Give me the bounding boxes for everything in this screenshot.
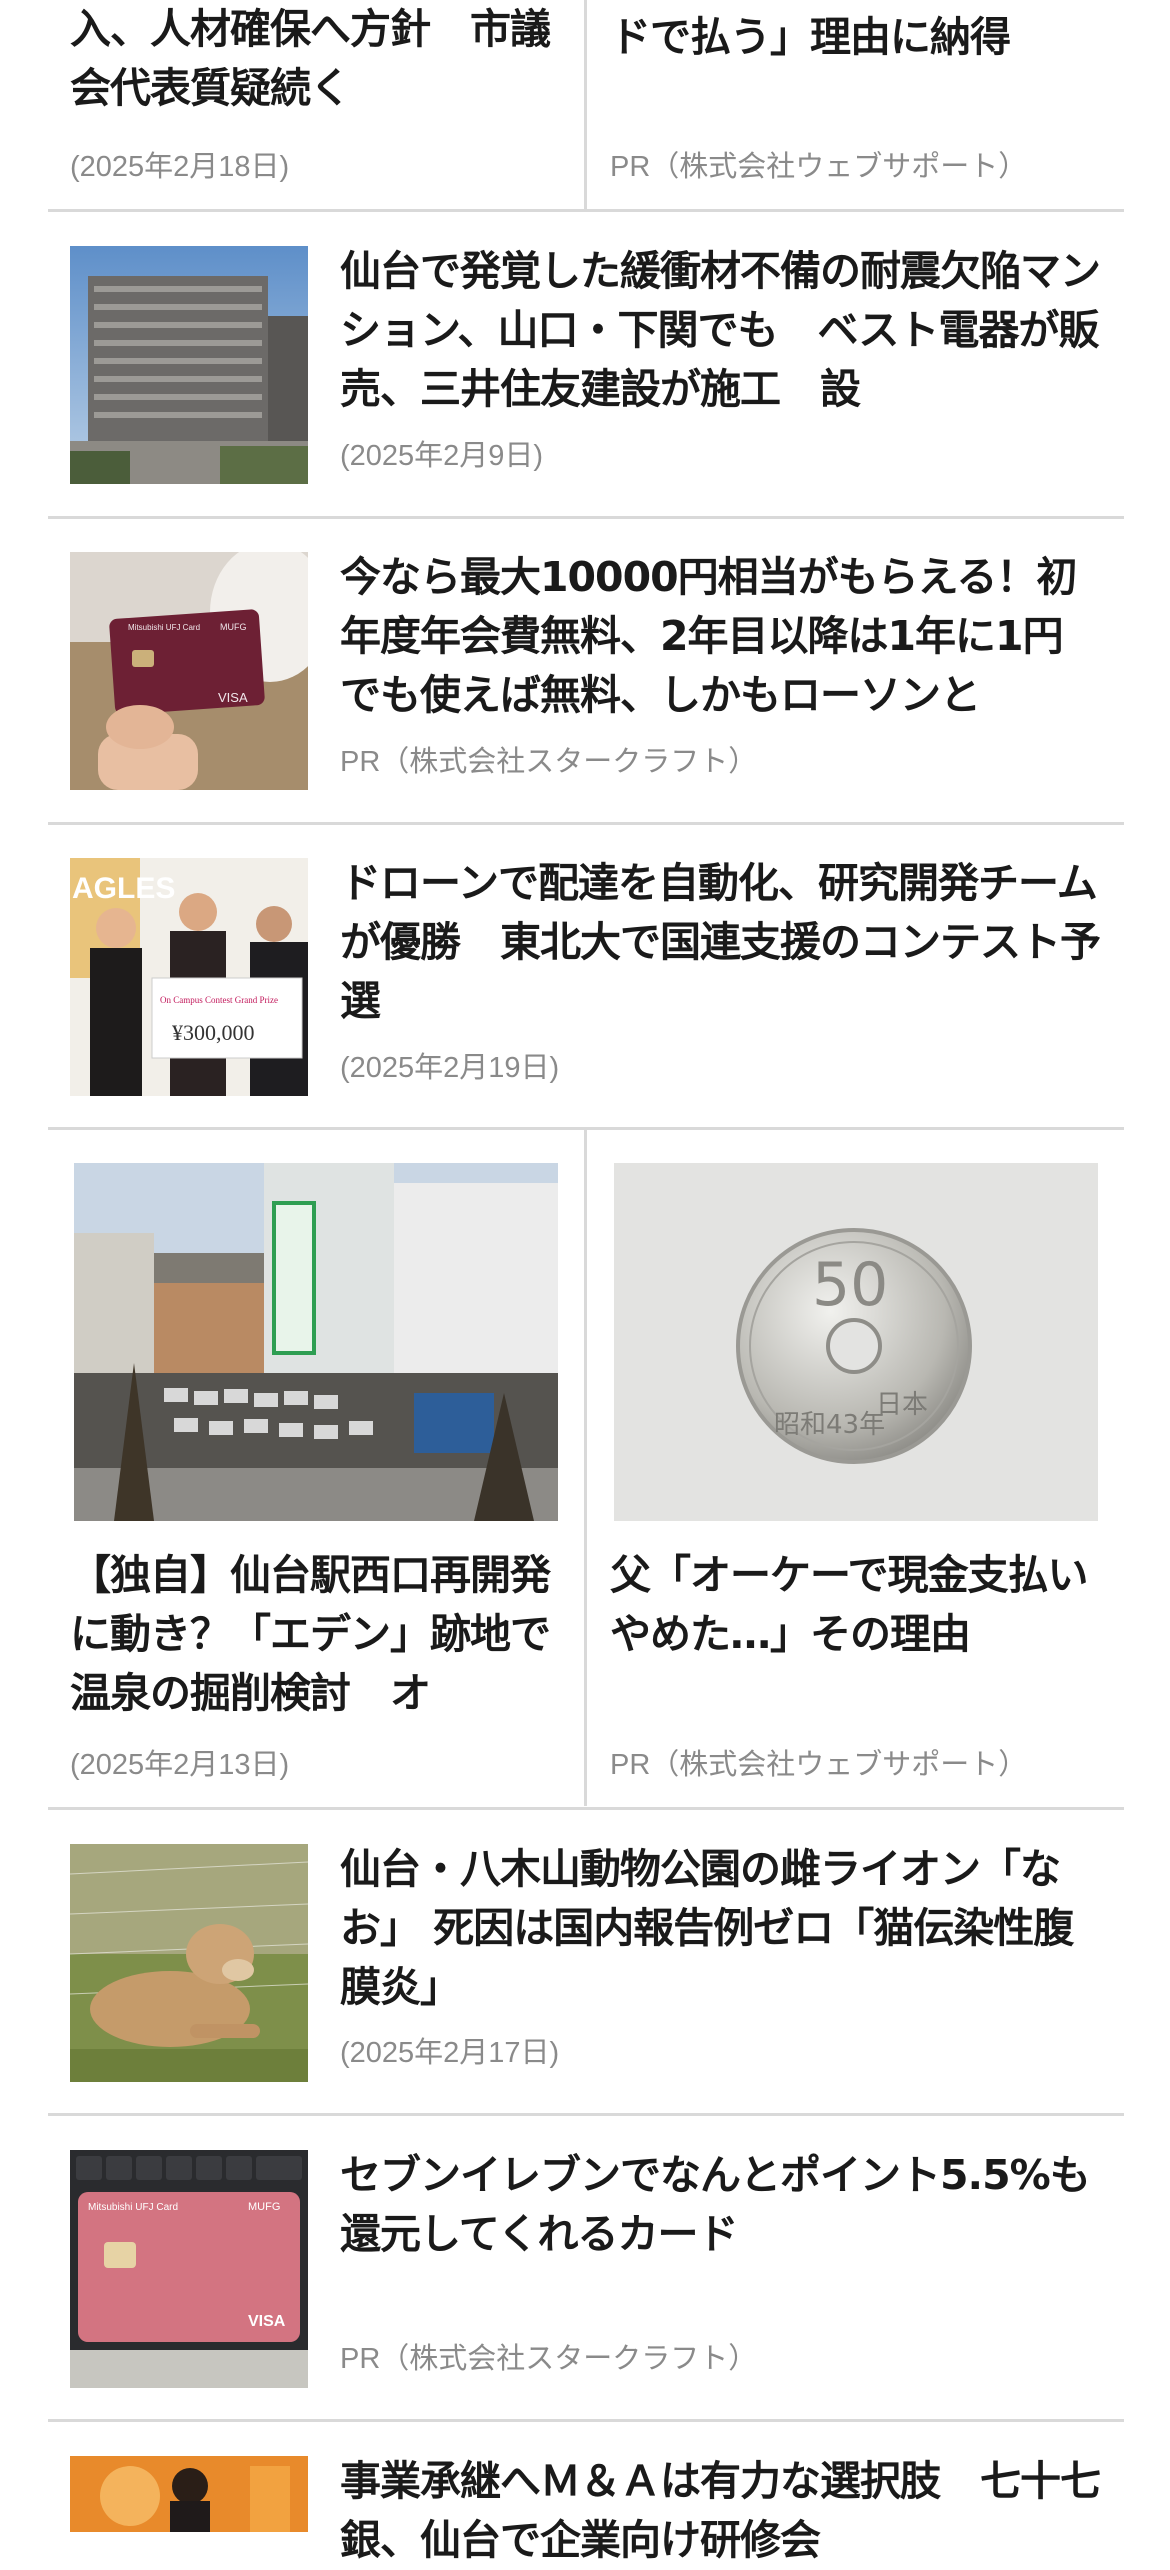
divider (48, 516, 1124, 519)
story-title: セブンイレブンでなんとポイント5.5%も還元してくれるカード (340, 2151, 1091, 2258)
coin-value: 50 (812, 1250, 888, 1320)
story-date: (2025年2月19日) (340, 1052, 560, 1084)
story-thumbnail: VISA Mitsubishi UFJ Card MUFG (70, 552, 308, 790)
story-title: ドローンで配達を自動化、研究開発チームが優勝 東北大で国連支援のコンテスト予選 (340, 859, 1100, 1025)
check-amount: ¥300,000 (172, 1020, 255, 1045)
divider (48, 2419, 1124, 2422)
column-divider (584, 0, 587, 210)
check-title: On Campus Contest Grand Prize (160, 995, 278, 1005)
card-brand-label: Mitsubishi UFJ Card (88, 2202, 178, 2213)
story-thumbnail (70, 2456, 308, 2532)
story-date: (2025年2月13日) (70, 1749, 290, 1781)
column-divider (584, 1130, 587, 1806)
sponsor-label: PR（株式会社ウェブサポート） (610, 1749, 1028, 1781)
story-title: 父「オーケーで現金支払いやめた…」その理由 (610, 1551, 1089, 1658)
story-thumbnail (74, 1163, 558, 1521)
divider (48, 209, 1124, 212)
card-brand-label: Mitsubishi UFJ Card (128, 623, 200, 632)
coin-country: 日本 (876, 1390, 928, 1420)
story-thumbnail (70, 1844, 308, 2082)
story-title: 入、人材確保へ方針 市議会代表質疑続く (70, 5, 551, 112)
story-thumbnail: AGLES On Campus Contest Grand Prize ¥300… (70, 858, 308, 1096)
story-date: (2025年2月18日) (70, 151, 290, 183)
story-thumbnail: Mitsubishi UFJ Card MUFG VISA (70, 2150, 308, 2388)
story-date: (2025年2月9日) (340, 440, 544, 472)
story-title: 【独自】仙台駅西口再開発に動き？「エデン」跡地で温泉の掘削検討 オ (70, 1551, 551, 1717)
story-title: 今なら最大10000円相当がもらえる！初年度年会費無料、2年目以降は1年に1円で… (340, 553, 1077, 719)
divider (48, 2113, 1124, 2116)
card-network-label: VISA (218, 690, 248, 705)
divider (48, 822, 1124, 825)
story-thumbnail (70, 246, 308, 484)
story-title: ドで払う」理由に納得 (610, 13, 1011, 61)
card-bank-label: MUFG (248, 2201, 280, 2213)
story-date: (2025年2月17日) (340, 2037, 560, 2069)
sponsor-label: PR（株式会社ウェブサポート） (610, 151, 1028, 183)
banner-text: AGLES (72, 872, 175, 905)
card-bank-label: MUFG (220, 622, 247, 632)
coin-text: 昭和43年 (774, 1410, 885, 1440)
sponsor-label: PR（株式会社スタークラフト） (340, 746, 758, 778)
story-title: 事業承継へＭ＆Ａは有力な選択肢 七十七銀、仙台で企業向け研修会 (340, 2457, 1101, 2564)
sponsor-label: PR（株式会社スタークラフト） (340, 2343, 758, 2375)
card-network-label: VISA (248, 2313, 286, 2330)
divider (48, 1807, 1124, 1810)
story-title: 仙台・八木山動物公園の雌ライオン「なお」 死因は国内報告例ゼロ「猫伝染性腹膜炎」 (340, 1845, 1074, 2011)
story-title: 仙台で発覚した緩衝材不備の耐震欠陥マンション、山口・下関でも ベスト電器が販売、… (340, 247, 1100, 413)
story-thumbnail: 50 昭和43年 日本 (614, 1163, 1098, 1521)
